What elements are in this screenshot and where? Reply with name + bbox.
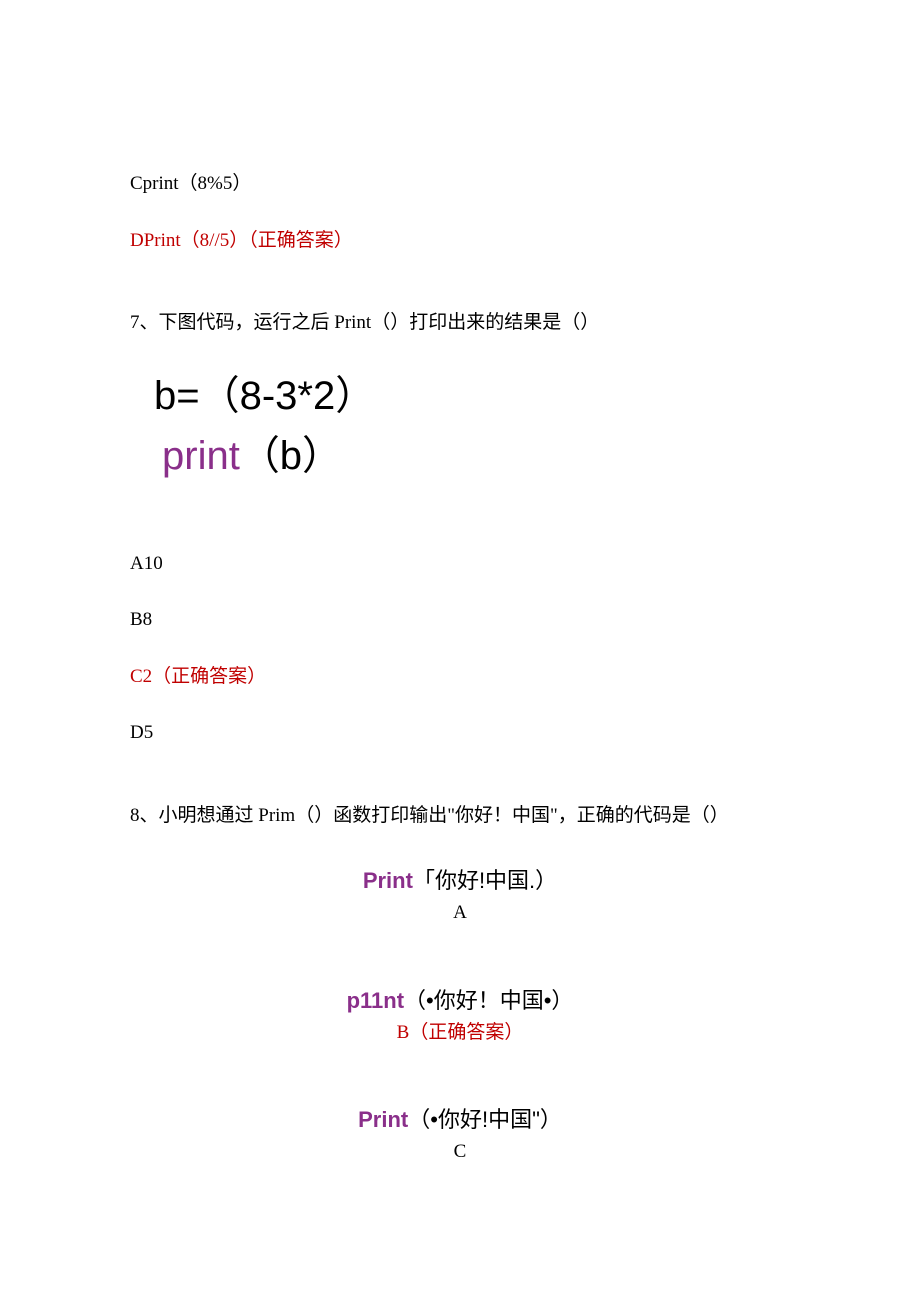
q7-question: 7、下图代码，运行之后 Print（）打印出来的结果是（） xyxy=(130,309,790,338)
q7-code-line2-rest: （b） xyxy=(240,434,342,478)
q8-option-b: p11nt（•你好！中国•） B（正确答案） xyxy=(130,984,790,1048)
q7-option-a-text: A10 xyxy=(130,553,163,574)
q7-option-d-text: D5 xyxy=(130,722,153,743)
q6-option-d: DPrint（8//5）（正确答案） xyxy=(130,227,790,256)
print-keyword: print xyxy=(162,434,240,478)
q6-option-d-text: DPrint（8//5）（正确答案） xyxy=(130,230,353,251)
q8-option-a: Print「你好!中国.） A xyxy=(130,864,790,928)
q8-option-b-rest: （•你好！中国•） xyxy=(404,988,573,1013)
q7-option-b-text: B8 xyxy=(130,609,152,630)
q8-option-c-code: Print（•你好!中国"） xyxy=(130,1103,790,1136)
q7-code-line1: b=（8-3*2） xyxy=(154,366,790,426)
q8-option-b-code: p11nt（•你好！中国•） xyxy=(130,984,790,1017)
print-keyword: p11nt xyxy=(347,988,404,1013)
q8-option-a-label: A xyxy=(130,899,790,928)
q8-question: 8、小明想通过 Prim（）函数打印输出"你好！中国"，正确的代码是（） xyxy=(130,802,790,831)
q7-code-line2: print（b） xyxy=(154,426,790,486)
q8-option-a-rest: 「你好!中国.） xyxy=(413,868,557,893)
q8-option-c-rest: （•你好!中国"） xyxy=(408,1107,562,1132)
q7-option-d: D5 xyxy=(130,719,790,748)
q8-option-c: Print（•你好!中国"） C xyxy=(130,1103,790,1167)
q7-option-c-text: C2（正确答案） xyxy=(130,666,266,687)
q8-option-b-label: B（正确答案） xyxy=(130,1019,790,1048)
q6-option-c: Cprint（8%5） xyxy=(130,170,790,199)
q7-option-b: B8 xyxy=(130,606,790,635)
q7-question-text: 7、下图代码，运行之后 Print（）打印出来的结果是（） xyxy=(130,312,599,333)
q8-option-a-code: Print「你好!中国.） xyxy=(130,864,790,897)
q8-question-text: 8、小明想通过 Prim（）函数打印输出"你好！中国"，正确的代码是（） xyxy=(130,805,729,826)
q6-option-c-text: Cprint（8%5） xyxy=(130,173,251,194)
q7-option-c: C2（正确答案） xyxy=(130,663,790,692)
print-keyword: Print xyxy=(363,868,413,893)
q7-option-a: A10 xyxy=(130,550,790,579)
q8-option-c-label: C xyxy=(130,1138,790,1167)
print-keyword: Print xyxy=(358,1107,408,1132)
q7-code-block: b=（8-3*2） print（b） xyxy=(154,366,790,486)
q8-options-block: Print「你好!中国.） A p11nt（•你好！中国•） B（正确答案） P… xyxy=(130,864,790,1167)
document-page: Cprint（8%5） DPrint（8//5）（正确答案） 7、下图代码，运行… xyxy=(0,0,920,1283)
